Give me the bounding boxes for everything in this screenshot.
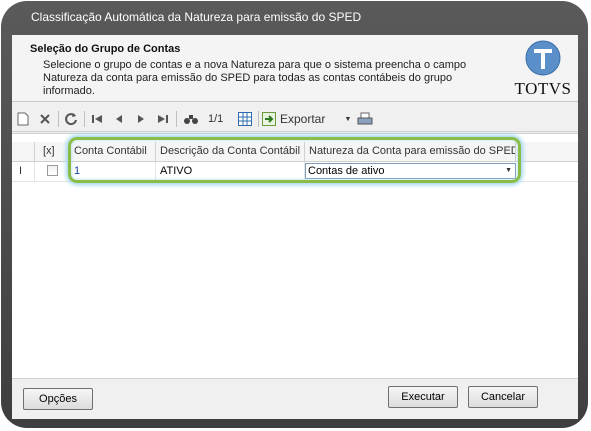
grid-header: [x] Conta Contábil Descrição da Conta Co… (12, 142, 578, 162)
new-record-icon[interactable] (14, 109, 32, 129)
conta-contabil-cell[interactable]: 1 (70, 162, 156, 181)
accounts-grid[interactable]: [x] Conta Contábil Descrição da Conta Co… (12, 133, 578, 379)
binoculars-icon[interactable] (180, 109, 202, 129)
export-dropdown-icon[interactable]: ▼ (343, 109, 353, 129)
footer: Opções Executar Cancelar (12, 378, 578, 419)
toolbar-separator (84, 111, 85, 127)
natureza-select[interactable]: Contas de ativo ▼ (305, 163, 516, 179)
page-indicator: 1/1 (208, 113, 224, 125)
cancel-button[interactable]: Cancelar (468, 386, 538, 408)
row-indicator: I (12, 162, 35, 181)
export-button[interactable]: Exportar (262, 109, 342, 129)
row-indicator-header (12, 142, 35, 161)
next-record-icon[interactable] (132, 109, 150, 129)
table-row[interactable]: I 1 ATIVO Contas de ativo ▼ (12, 162, 578, 182)
logo-text: TOTVS (514, 79, 572, 98)
header-panel: Seleção do Grupo de Contas Selecione o g… (12, 35, 578, 102)
natureza-header[interactable]: Natureza da Conta para emissão do SPED (305, 142, 516, 161)
toolbar-separator (258, 111, 259, 127)
refresh-icon[interactable] (62, 109, 80, 129)
select-all-header[interactable]: [x] (35, 142, 70, 161)
first-record-icon[interactable] (88, 109, 106, 129)
grid-view-icon[interactable] (236, 109, 254, 129)
print-icon[interactable] (356, 109, 374, 129)
window-frame: Classificação Automática da Natureza par… (1, 1, 588, 428)
toolbar: 1/1 Exportar ▼ (12, 107, 578, 132)
descricao-cell[interactable]: ATIVO (156, 162, 305, 181)
row-checkbox[interactable] (47, 165, 58, 176)
header-description: Selecione o grupo de contas e a nova Nat… (43, 59, 467, 97)
dialog-body: Seleção do Grupo de Contas Selecione o g… (12, 35, 578, 419)
row-checkbox-cell (35, 162, 70, 181)
header-title: Seleção do Grupo de Contas (30, 43, 181, 55)
delete-icon[interactable] (36, 109, 54, 129)
toolbar-separator (176, 111, 177, 127)
previous-record-icon[interactable] (110, 109, 128, 129)
totvs-logo-icon (525, 40, 561, 76)
export-icon (262, 112, 276, 126)
export-label: Exportar (280, 112, 326, 126)
options-button[interactable]: Opções (23, 388, 93, 410)
totvs-logo: TOTVS (510, 39, 578, 99)
window-title: Classificação Automática da Natureza par… (31, 10, 362, 24)
last-record-icon[interactable] (154, 109, 172, 129)
execute-button[interactable]: Executar (388, 386, 458, 408)
chevron-down-icon[interactable]: ▼ (505, 164, 512, 178)
natureza-value: Contas de ativo (308, 165, 385, 177)
descricao-header[interactable]: Descrição da Conta Contábil (156, 142, 305, 161)
toolbar-separator (58, 111, 59, 127)
conta-contabil-header[interactable]: Conta Contábil (70, 142, 156, 161)
